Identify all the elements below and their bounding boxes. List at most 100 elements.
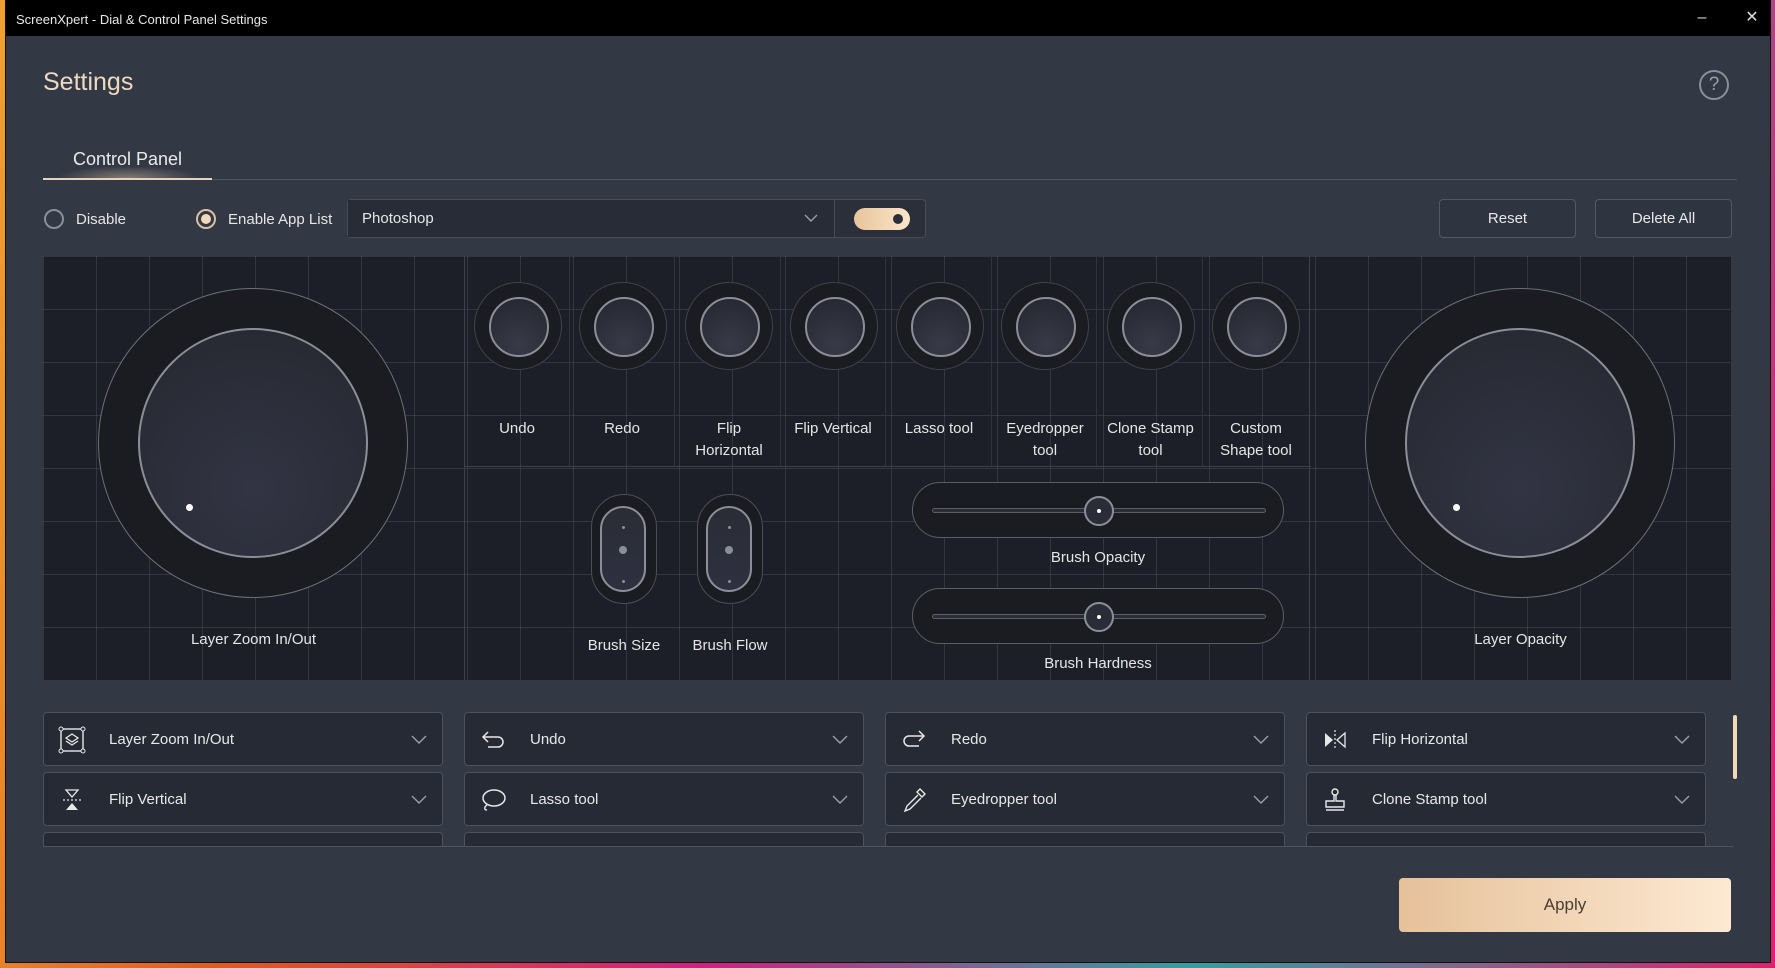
rocker-down-dot (621, 580, 625, 583)
app-dropdown[interactable]: Photoshop (348, 200, 835, 237)
button-label: Undo (499, 420, 535, 437)
chevron-down-icon (832, 735, 848, 744)
rocker-down-dot (727, 580, 731, 583)
rocker-brush-size (591, 494, 657, 604)
assignment-dropdown-partial[interactable] (885, 832, 1285, 846)
button-ring (896, 282, 984, 370)
button-ring (579, 282, 667, 370)
window-title: ScreenXpert - Dial & Control Panel Setti… (16, 12, 268, 27)
rocker-key[interactable] (706, 506, 752, 592)
assignment-dropdown[interactable]: Redo (885, 712, 1285, 766)
assignment-dropdown[interactable]: Flip Vertical (43, 772, 443, 826)
button-key[interactable] (911, 297, 971, 357)
undo-icon (481, 731, 504, 748)
reset-button[interactable]: Reset (1439, 199, 1576, 238)
button-key[interactable] (805, 297, 865, 357)
assignment-dropdown-partial[interactable] (43, 832, 443, 846)
app-selector-group: Photoshop (347, 199, 926, 238)
right-dial-label: Layer Opacity (1474, 631, 1567, 648)
assignment-dropdown[interactable]: Eyedropper tool (885, 772, 1285, 826)
rocker-center-dot (619, 546, 627, 554)
apply-button[interactable]: Apply (1399, 878, 1731, 932)
chevron-down-icon (832, 795, 848, 804)
eyedropper-icon (903, 788, 926, 813)
chevron-down-icon (411, 735, 427, 744)
button-key[interactable] (1016, 297, 1076, 357)
dial-indicator-dot (186, 504, 193, 511)
radio-circle[interactable] (44, 209, 64, 229)
app-dropdown-value: Photoshop (362, 210, 434, 227)
button-ring (1107, 282, 1195, 370)
slider-brush-opacity (912, 482, 1284, 538)
title-bar: ScreenXpert - Dial & Control Panel Setti… (6, 0, 1770, 36)
left-dial-knob[interactable] (138, 328, 368, 558)
panel-button-redo: Redo (570, 256, 675, 466)
right-dial (1365, 288, 1675, 598)
assignment-dropdown[interactable]: Layer Zoom In/Out (43, 712, 443, 766)
chevron-down-icon (1674, 795, 1690, 804)
clone-stamp-icon (1325, 788, 1345, 811)
assignment-label: Redo (951, 731, 987, 748)
rocker-label: Brush Size (587, 637, 661, 654)
chevron-down-icon (1253, 795, 1269, 804)
buttons-section: Undo Redo Flip Horizontal Flip Vertical … (464, 256, 1311, 680)
button-key[interactable] (700, 297, 760, 357)
slider-thumb[interactable] (1084, 602, 1114, 632)
slider-thumb[interactable] (1084, 496, 1114, 526)
assignment-dropdown[interactable]: Undo (464, 712, 864, 766)
chevron-down-icon (804, 214, 818, 222)
toggle-knob (893, 214, 903, 224)
chevron-down-icon (1253, 735, 1269, 744)
assignment-label: Flip Vertical (109, 791, 187, 808)
assignment-label: Undo (530, 731, 566, 748)
list-scrollbar[interactable] (1733, 715, 1737, 779)
disable-radio[interactable]: Disable (44, 203, 126, 235)
settings-window: ScreenXpert - Dial & Control Panel Setti… (6, 0, 1770, 962)
rocker-up-dot (621, 526, 625, 529)
right-dial-knob[interactable] (1405, 328, 1635, 558)
chevron-down-icon (1674, 735, 1690, 744)
button-ring (790, 282, 878, 370)
panel-button-eyedropper: Eyedropper tool (992, 256, 1097, 466)
rocker-key[interactable] (600, 506, 646, 592)
tab-bar: Control Panel (43, 140, 1737, 180)
panel-button-custom-shape: Custom Shape tool (1203, 256, 1308, 466)
button-ring (1001, 282, 1089, 370)
left-dial (98, 288, 408, 598)
minimize-button[interactable]: – (1687, 6, 1717, 30)
assignment-label: Lasso tool (530, 791, 599, 808)
panel-button-flip-horizontal: Flip Horizontal (676, 256, 781, 466)
assignment-list: Layer Zoom In/Out Undo Redo Flip Horizon… (43, 708, 1733, 847)
panel-button-undo: Undo (465, 256, 570, 466)
slider-brush-hardness (912, 588, 1284, 644)
assignment-dropdown-partial[interactable] (1306, 832, 1706, 846)
delete-all-button[interactable]: Delete All (1595, 199, 1732, 238)
right-dial-section: Layer Opacity (1310, 256, 1731, 680)
slider-label: Brush Opacity (1050, 549, 1146, 566)
enable-app-list-radio[interactable]: Enable App List (196, 203, 332, 235)
button-label: Eyedropper tool (1006, 420, 1084, 459)
help-icon[interactable]: ? (1699, 70, 1729, 100)
left-dial-label: Layer Zoom In/Out (190, 631, 317, 648)
button-label: Redo (604, 420, 640, 437)
close-button[interactable]: ✕ (1737, 6, 1767, 30)
button-key[interactable] (1227, 297, 1287, 357)
button-key[interactable] (594, 297, 654, 357)
assignment-dropdown[interactable]: Clone Stamp tool (1306, 772, 1706, 826)
flip-vertical-icon (63, 789, 81, 810)
assignment-label: Eyedropper tool (951, 791, 1057, 808)
disable-label: Disable (76, 210, 127, 228)
lasso-icon (482, 789, 506, 811)
button-key[interactable] (1122, 297, 1182, 357)
assignment-dropdown[interactable]: Lasso tool (464, 772, 864, 826)
radio-circle-checked[interactable] (196, 209, 216, 229)
button-ring (1212, 282, 1300, 370)
app-toggle-switch[interactable] (854, 208, 910, 230)
tab-control-panel[interactable]: Control Panel (43, 140, 212, 180)
flip-horizontal-icon (1325, 730, 1346, 750)
button-label: Flip Horizontal (695, 420, 763, 459)
layer-zoom-icon (58, 726, 86, 754)
button-key[interactable] (489, 297, 549, 357)
assignment-dropdown-partial[interactable] (464, 832, 864, 846)
assignment-dropdown[interactable]: Flip Horizontal (1306, 712, 1706, 766)
